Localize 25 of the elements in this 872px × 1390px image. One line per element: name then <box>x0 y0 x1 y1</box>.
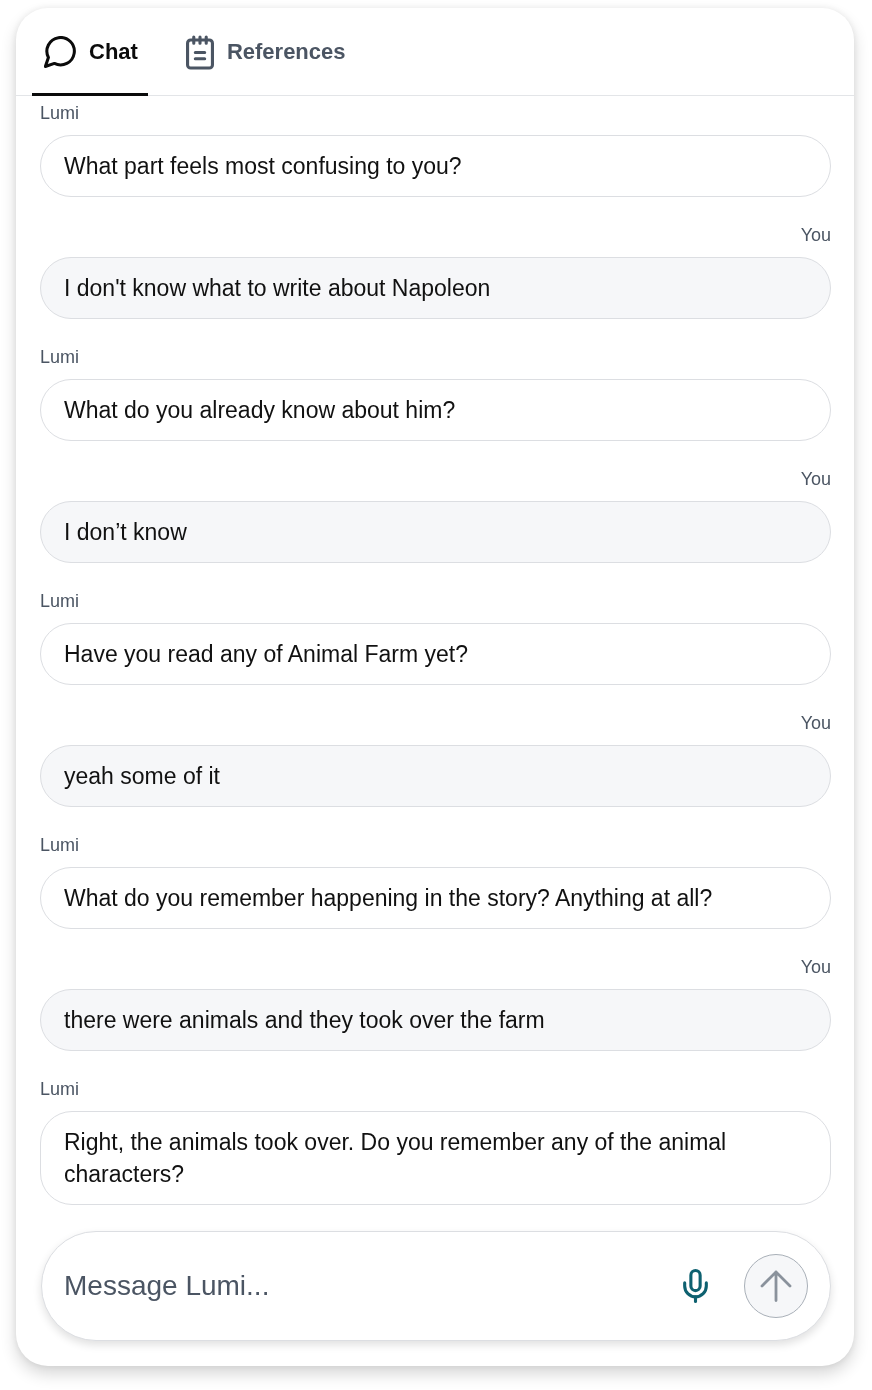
sender-label: You <box>800 225 831 245</box>
message-bubble: Right, the animals took over. Do you remember any of the animal characters? <box>40 1111 831 1205</box>
sender-label: You <box>800 957 831 977</box>
notepad-icon <box>185 34 214 70</box>
message-bubble: What do you remember happening in the story? Anything at all? <box>40 867 831 929</box>
sender-label: Lumi <box>40 1079 79 1099</box>
message-input[interactable]: Message Lumi... <box>64 1270 683 1302</box>
microphone-icon[interactable] <box>683 1269 708 1303</box>
speech-bubble-icon <box>44 36 76 68</box>
message-bubble: I don’t know <box>40 501 831 563</box>
message-bubble: What do you already know about him? <box>40 379 831 441</box>
sender-label: Lumi <box>40 347 79 367</box>
tab[interactable]: References <box>173 8 356 96</box>
sender-label: You <box>800 469 831 489</box>
message-bubble: Have you read any of Animal Farm yet? <box>40 623 831 685</box>
message-bubble: there were animals and they took over the farm <box>40 989 831 1051</box>
sender-label: Lumi <box>40 835 79 855</box>
message-bubble: yeah some of it <box>40 745 831 807</box>
sender-label: Lumi <box>40 591 79 611</box>
message-bubble: What part feels most confusing to you? <box>40 135 831 197</box>
tab[interactable]: Chat <box>32 8 148 96</box>
sender-label: Lumi <box>40 103 79 123</box>
sender-label: You <box>800 713 831 733</box>
arrow-up-icon <box>760 1270 792 1302</box>
message-bubble: I don't know what to write about Napoleon <box>40 257 831 319</box>
